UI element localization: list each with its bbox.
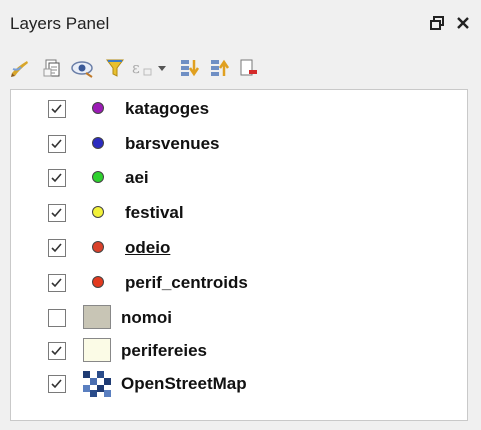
checkmark-icon [51,139,62,149]
checkmark-icon [51,346,62,356]
remove-layer-icon[interactable] [236,56,260,80]
point-symbol-icon [92,206,104,218]
layer-name-label: perifereies [121,341,207,360]
layer-visibility-checkbox-checked[interactable] [48,204,66,222]
filter-legend-icon[interactable] [103,56,127,80]
polygon-symbol-icon [83,305,111,329]
float-icon[interactable] [426,12,448,34]
close-icon[interactable] [452,12,474,34]
panel-titlebar: Layers Panel [0,0,481,48]
panel-title: Layers Panel [10,14,110,33]
point-symbol-icon [92,241,104,253]
layer-visibility-checkbox-checked[interactable] [48,239,66,257]
checkmark-icon [51,243,62,253]
layer-visibility-checkbox-checked[interactable] [48,375,66,393]
manage-visibility-icon[interactable] [70,56,94,80]
layer-row[interactable]: barsvenues [11,129,467,161]
layers-tree: katagoges barsvenues aei festival odeio perif… [10,89,468,421]
add-group-icon[interactable] [40,56,64,80]
layer-row[interactable]: perif_centroids [11,268,467,300]
layer-row[interactable]: OpenStreetMap [11,369,467,401]
layer-row[interactable]: odeio [11,233,467,265]
layers-panel: Layers Panel ε katagoges barsvenues aei … [0,0,481,430]
checkmark-icon [51,104,62,114]
layer-name-label: barsvenues [125,134,220,153]
raster-symbol-icon [83,371,111,397]
layer-name-label: odeio [125,238,171,257]
layer-name-label: festival [125,203,184,222]
polygon-symbol-icon [83,338,111,362]
layer-row[interactable]: aei [11,163,467,195]
dropdown-arrow-icon[interactable] [150,56,174,80]
style-manager-icon[interactable] [8,56,32,80]
layer-name-label: aei [125,168,149,187]
layer-visibility-checkbox-checked[interactable] [48,169,66,187]
layer-name-label: nomoi [121,308,172,327]
checkmark-icon [51,173,62,183]
checkmark-icon [51,379,62,389]
expand-all-icon[interactable] [178,56,202,80]
layer-visibility-checkbox-checked[interactable] [48,100,66,118]
layer-visibility-checkbox-checked[interactable] [48,135,66,153]
layer-name-label: perif_centroids [125,273,248,292]
layer-row[interactable]: nomoi [11,303,467,335]
layer-visibility-checkbox-checked[interactable] [48,342,66,360]
layer-name-label: OpenStreetMap [121,374,247,393]
checkmark-icon [51,208,62,218]
point-symbol-icon [92,102,104,114]
layer-row[interactable]: festival [11,198,467,230]
layer-row[interactable]: perifereies [11,336,467,368]
svg-text:ε: ε [132,59,140,77]
layer-visibility-checkbox-checked[interactable] [48,274,66,292]
checkmark-icon [51,278,62,288]
layer-name-label: katagoges [125,99,210,118]
layer-visibility-checkbox-unchecked[interactable] [48,309,66,327]
point-symbol-icon [92,137,104,149]
layers-toolbar: ε [0,48,481,88]
point-symbol-icon [92,276,104,288]
collapse-all-icon[interactable] [208,56,232,80]
layer-row[interactable]: katagoges [11,94,467,126]
point-symbol-icon [92,171,104,183]
